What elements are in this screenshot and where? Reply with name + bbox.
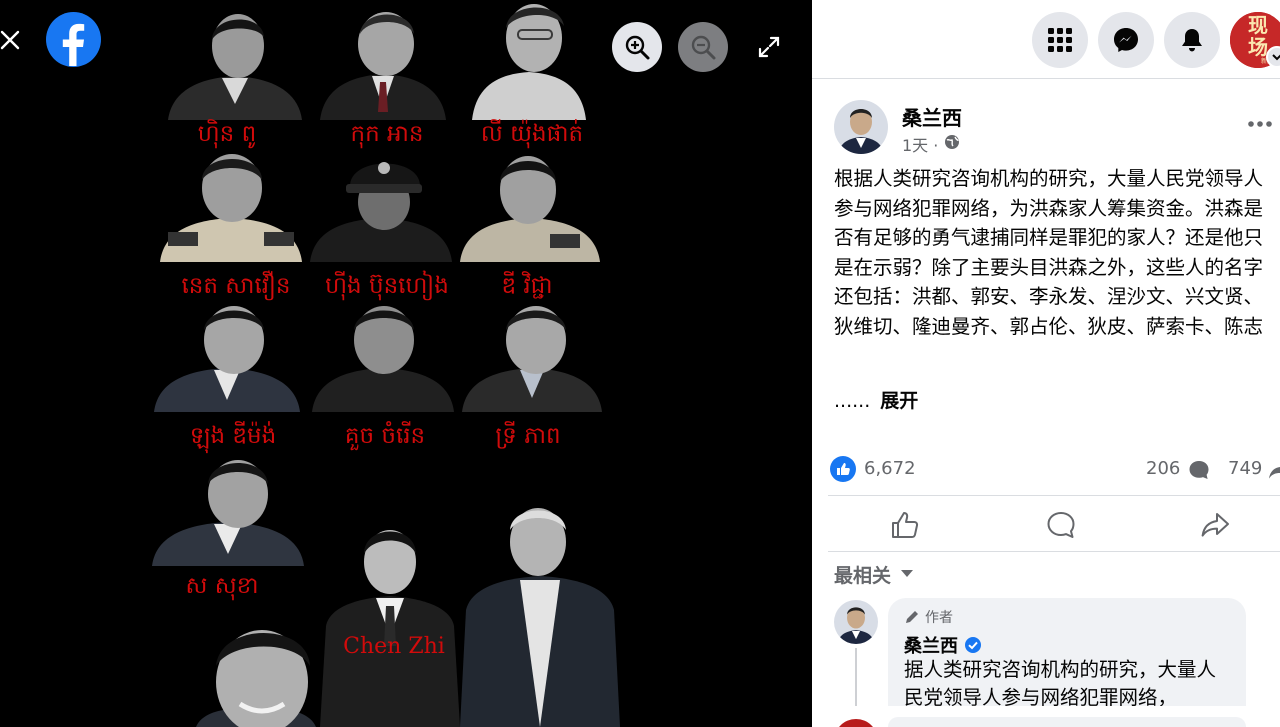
portrait-photo <box>152 452 304 566</box>
actions-divider <box>828 551 1280 552</box>
person-name-label: ហ៊ីង ប៊ុនហៀង <box>325 273 449 299</box>
globe-icon <box>945 135 959 149</box>
like-reaction-icon <box>837 463 850 475</box>
see-more-link[interactable]: 展开 <box>880 390 918 412</box>
portrait-photo <box>320 516 460 727</box>
comment-button[interactable] <box>1044 508 1078 542</box>
zoom-out-icon <box>691 35 716 60</box>
reactions-divider <box>828 495 1280 496</box>
pen-icon <box>906 611 918 623</box>
zoom-in-icon <box>625 35 650 60</box>
comment-author-avatar[interactable] <box>834 600 878 644</box>
post-side-panel: 现场 新闻 桑兰西 1天 · 根据人类研究咨询机构的研究，大量人民党领导人参与网… <box>812 0 1280 727</box>
comment-icon <box>1047 512 1075 538</box>
photo-viewer: ហ៊ិន ពូ កុក អាន លី យ៉ុងផាត់ នេត សាវឿន ហ៊… <box>0 0 812 727</box>
fullscreen-button[interactable] <box>752 30 786 64</box>
privacy-indicator <box>944 134 960 150</box>
person-name-label: ឡុង ឌីម៉ង់ <box>189 423 277 449</box>
person-name-label: កុក អាន <box>350 121 424 147</box>
portrait-photo <box>460 150 600 262</box>
comment-author-name[interactable]: 桑兰西 <box>904 632 958 658</box>
verified-badge-icon <box>965 637 981 653</box>
share-icon <box>1201 513 1229 537</box>
ellipsis-text: ...... <box>834 390 871 412</box>
portrait-photo <box>472 0 586 120</box>
messenger-button[interactable] <box>1098 12 1154 68</box>
share-count-icon <box>1269 462 1280 479</box>
thumbs-up-icon <box>892 512 919 538</box>
facebook-logo-icon <box>62 23 85 66</box>
person-name-label: នេត សាវឿន <box>181 273 291 299</box>
person-name-label: ហ៊ិន ពូ <box>197 121 257 147</box>
comment-thread-line <box>855 648 857 708</box>
portrait-photo <box>462 300 602 412</box>
share-count[interactable]: 749 <box>1228 458 1262 479</box>
portrait-photo <box>312 300 454 412</box>
see-more-row: ...... 展开 <box>834 386 918 413</box>
notifications-button[interactable] <box>1164 12 1220 68</box>
comment-sort-dropdown[interactable]: 最相关 <box>834 561 914 587</box>
more-options-icon <box>1248 121 1272 127</box>
comment-count[interactable]: 206 <box>1146 458 1180 479</box>
post-body-text: 根据人类研究咨询机构的研究，大量人民党领导人参与网络犯罪网络，为洪森家人筹集资金… <box>834 167 1264 338</box>
reactions-summary[interactable] <box>830 456 856 482</box>
comment-count-icon <box>1189 461 1209 479</box>
portrait-photo <box>320 4 446 120</box>
author-avatar[interactable] <box>834 100 888 154</box>
caret-down-icon <box>901 570 914 577</box>
zoom-out-button[interactable] <box>678 22 728 72</box>
person-name-label: គួច ចំរើន <box>344 423 426 449</box>
post-author-name[interactable]: 桑兰西 <box>902 102 962 131</box>
like-count[interactable]: 6,672 <box>864 458 916 479</box>
menu-button[interactable] <box>1032 12 1088 68</box>
comment-sort-label: 最相关 <box>834 564 892 587</box>
person-name-label: ទ្រី ភាព <box>495 423 561 449</box>
person-name-label: ឌី វិជ្ជា <box>501 273 553 299</box>
portrait-photo <box>160 150 302 262</box>
person-name-label: ស សុខា <box>185 573 259 599</box>
next-comment-bubble <box>888 717 1246 727</box>
portrait-photo <box>196 622 316 727</box>
person-name-label: Chen Zhi <box>343 634 445 659</box>
comment-text: 据人类研究咨询机构的研究，大量人民党领导人参与网络犯罪网络， <box>904 658 1217 706</box>
facebook-logo-link[interactable] <box>46 12 101 67</box>
chevron-down-icon <box>1272 54 1280 61</box>
portrait-photo <box>154 300 300 412</box>
post-more-button[interactable] <box>1242 112 1278 136</box>
grid-menu-icon <box>1048 28 1072 52</box>
post-time[interactable]: 1天 · <box>902 132 938 156</box>
portrait-photo <box>310 150 452 262</box>
close-button[interactable] <box>0 22 28 58</box>
share-button[interactable] <box>1198 508 1232 542</box>
author-badge: 作者 <box>904 607 953 627</box>
author-badge-label: 作者 <box>925 610 953 626</box>
zoom-in-button[interactable] <box>612 22 662 72</box>
fullscreen-icon <box>758 36 780 58</box>
like-button[interactable] <box>888 508 922 542</box>
messenger-icon <box>1114 28 1138 52</box>
person-name-label: លី យ៉ុងផាត់ <box>480 121 584 147</box>
portrait-photo <box>460 500 620 727</box>
portrait-photo <box>166 4 304 120</box>
header-divider <box>812 78 1280 79</box>
comment-author-row: 桑兰西 <box>904 632 982 658</box>
close-icon <box>0 30 20 50</box>
bell-icon <box>1182 29 1202 52</box>
